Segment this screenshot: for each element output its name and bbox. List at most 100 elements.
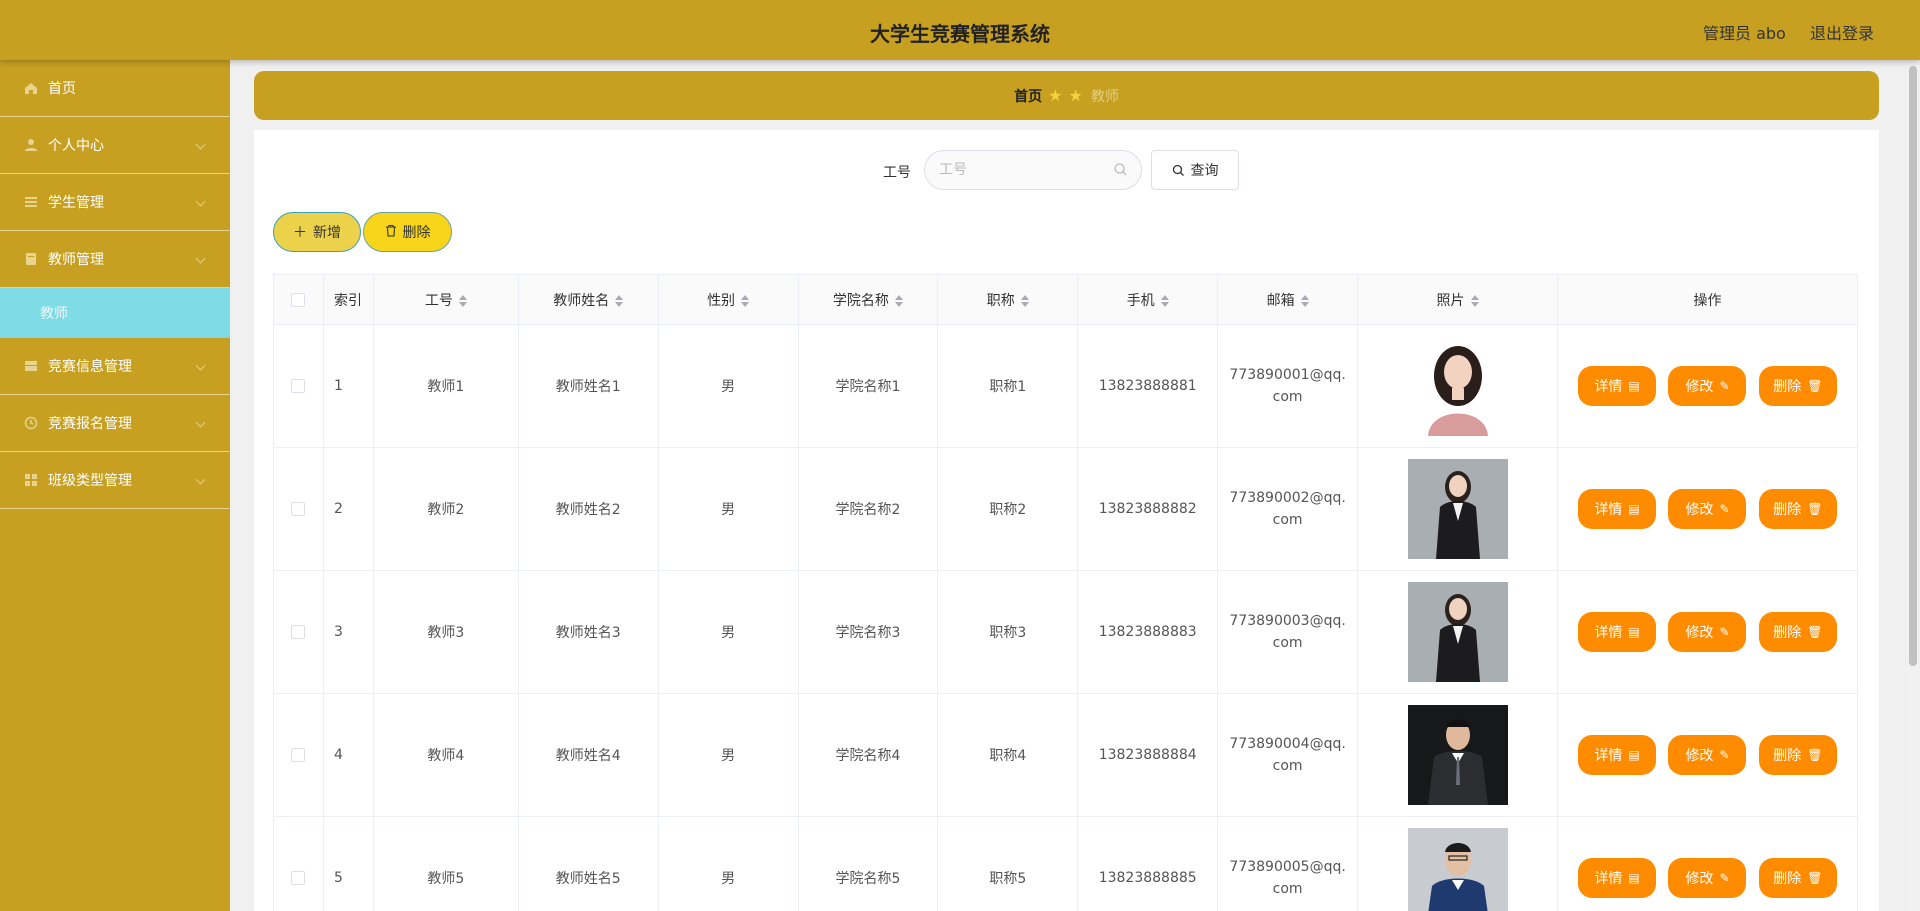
cell-id: 教师5	[372, 816, 519, 911]
sidebar-item-teacher-management[interactable]: 教师管理	[0, 231, 230, 288]
select-all-cell	[273, 274, 324, 325]
breadcrumb-home[interactable]: 首页	[1014, 86, 1042, 106]
edit-button[interactable]: 修改 ✎	[1668, 489, 1747, 529]
scrollbar-thumb[interactable]	[1909, 66, 1917, 666]
col-photo[interactable]: 照片	[1357, 274, 1558, 325]
sidebar-item-competition-info[interactable]: 竞赛信息管理	[0, 338, 230, 395]
page-scrollbar[interactable]	[1906, 60, 1920, 911]
row-checkbox[interactable]	[291, 502, 306, 516]
sidebar-item-label: 首页	[48, 81, 76, 97]
detail-button[interactable]: 详情 ▤	[1578, 489, 1657, 529]
main-panel: 工号 查询 ＋ 新增 删除 索引 工号 教师姓名 性别 学院名	[254, 130, 1879, 911]
table-row: 3 教师3 教师姓名3 男 学院名称3 职称3 13823888883 7738…	[273, 570, 1859, 694]
cell-phone: 13823888883	[1077, 570, 1219, 694]
cell-email: 773890003@qq.com	[1217, 570, 1359, 694]
cell-phone: 13823888885	[1077, 816, 1219, 911]
cell-actions: 详情 ▤ 修改 ✎ 删除 🗑	[1556, 693, 1859, 817]
trash-icon: 🗑	[1807, 379, 1823, 393]
col-phone[interactable]: 手机	[1077, 274, 1219, 325]
delete-button[interactable]: 删除 🗑	[1758, 612, 1837, 652]
col-title[interactable]: 职称	[937, 274, 1079, 325]
sort-icon[interactable]	[1160, 294, 1169, 307]
sort-icon[interactable]	[894, 294, 903, 307]
trash-icon: 🗑	[1807, 502, 1823, 516]
breadcrumb-current: 教师	[1090, 88, 1119, 105]
cell-name: 教师姓名1	[517, 324, 659, 448]
plus-icon: ＋	[293, 225, 307, 241]
trash-icon	[385, 224, 397, 241]
home-icon	[24, 81, 38, 95]
row-checkbox[interactable]	[291, 379, 306, 393]
sidebar-item-class-type[interactable]: 班级类型管理	[0, 452, 230, 509]
query-button[interactable]: 查询	[1151, 150, 1239, 190]
sidebar-item-competition-registration[interactable]: 竞赛报名管理	[0, 395, 230, 452]
list-icon	[24, 195, 38, 209]
sidebar-item-home[interactable]: 首页	[0, 60, 230, 117]
cell-gender: 男	[657, 816, 799, 911]
select-all-checkbox[interactable]	[291, 292, 306, 307]
document-icon: ▤	[1628, 871, 1640, 885]
row-select-cell	[273, 816, 324, 911]
cell-email: 773890002@qq.com	[1217, 447, 1359, 571]
col-email[interactable]: 邮箱	[1217, 274, 1359, 325]
sidebar: 首页 个人中心 学生管理 教师管理 教师 竞赛信息管理 竞赛报名管理 班级类型管…	[0, 60, 230, 911]
delete-button[interactable]: 删除 🗑	[1758, 858, 1837, 898]
cell-id: 教师3	[372, 570, 519, 694]
sort-icon[interactable]	[741, 294, 750, 307]
edit-button[interactable]: 修改 ✎	[1668, 612, 1747, 652]
sort-icon[interactable]	[1300, 294, 1309, 307]
chevron-down-icon	[195, 474, 206, 485]
add-button[interactable]: ＋ 新增	[273, 212, 361, 252]
cell-college: 学院名称1	[797, 324, 939, 448]
sidebar-item-personal-center[interactable]: 个人中心	[0, 117, 230, 174]
detail-button[interactable]: 详情 ▤	[1578, 735, 1657, 775]
edit-button[interactable]: 修改 ✎	[1668, 366, 1747, 406]
col-index: 索引	[322, 274, 374, 325]
document-icon: ▤	[1628, 625, 1640, 639]
cell-phone: 13823888881	[1077, 324, 1219, 448]
detail-button[interactable]: 详情 ▤	[1578, 366, 1657, 406]
star-icon: ★	[1048, 86, 1063, 105]
sort-icon[interactable]	[1020, 294, 1029, 307]
delete-button[interactable]: 删除 🗑	[1758, 366, 1837, 406]
edit-button[interactable]: 修改 ✎	[1668, 735, 1747, 775]
delete-button[interactable]: 删除 🗑	[1758, 489, 1837, 529]
breadcrumb: 首页 ★ ★ 教师	[254, 71, 1879, 120]
teacher-photo	[1407, 582, 1508, 682]
edit-button[interactable]: 修改 ✎	[1668, 858, 1747, 898]
sidebar-item-student-management[interactable]: 学生管理	[0, 174, 230, 231]
detail-button[interactable]: 详情 ▤	[1578, 858, 1657, 898]
trash-icon: 🗑	[1807, 625, 1823, 639]
cell-photo	[1357, 570, 1558, 694]
logout-link[interactable]: 退出登录	[1810, 20, 1874, 44]
sort-icon[interactable]	[458, 294, 467, 307]
row-checkbox[interactable]	[291, 748, 306, 762]
detail-button[interactable]: 详情 ▤	[1578, 612, 1657, 652]
grid-icon	[24, 473, 38, 487]
sidebar-subitem-teacher[interactable]: 教师	[0, 288, 230, 338]
col-college[interactable]: 学院名称	[797, 274, 939, 325]
sort-icon[interactable]	[615, 294, 624, 307]
delete-button[interactable]: 删除 🗑	[1758, 735, 1837, 775]
chevron-down-icon	[195, 360, 206, 371]
app-title: 大学生竞赛管理系统	[870, 22, 1050, 46]
col-name[interactable]: 教师姓名	[517, 274, 659, 325]
row-select-cell	[273, 570, 324, 694]
batch-delete-button[interactable]: 删除	[363, 212, 452, 252]
col-id[interactable]: 工号	[372, 274, 519, 325]
book-icon	[24, 252, 38, 266]
cell-index: 5	[322, 816, 374, 911]
row-checkbox[interactable]	[291, 871, 306, 885]
cell-index: 1	[322, 324, 374, 448]
cell-phone: 13823888882	[1077, 447, 1219, 571]
cell-email: 773890005@qq.com	[1217, 816, 1359, 911]
table-icon	[24, 359, 38, 373]
search-input[interactable]	[924, 150, 1142, 190]
row-checkbox[interactable]	[291, 625, 306, 639]
cell-index: 4	[322, 693, 374, 817]
col-gender[interactable]: 性别	[657, 274, 799, 325]
sort-icon[interactable]	[1470, 294, 1479, 307]
clock-icon	[24, 416, 38, 430]
search-row: 工号 查询	[254, 150, 1879, 190]
cell-photo	[1357, 816, 1558, 911]
